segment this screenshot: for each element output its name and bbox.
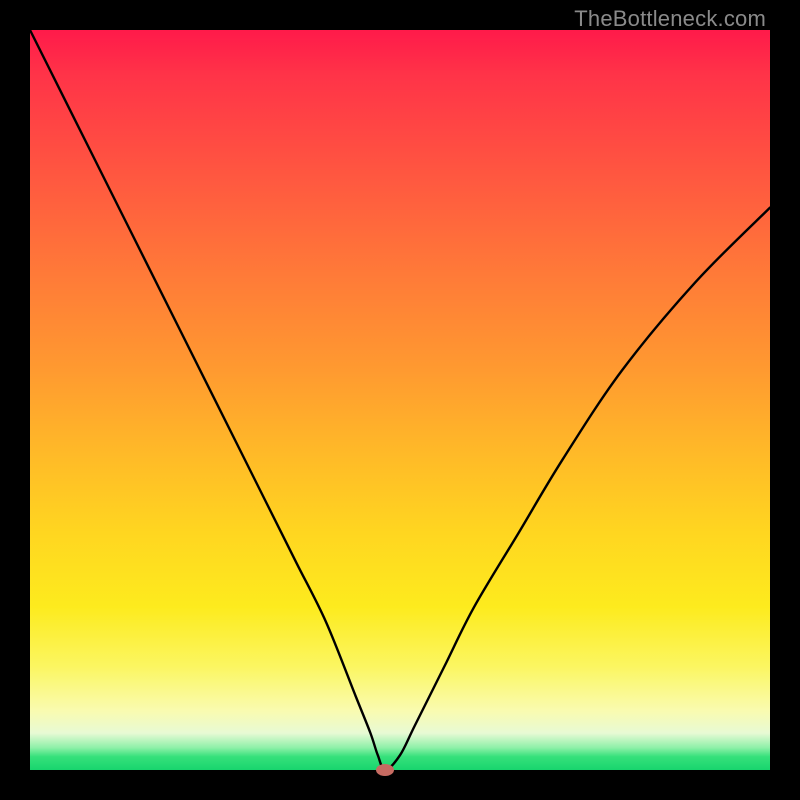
minimum-marker	[376, 764, 394, 776]
plot-area	[30, 30, 770, 770]
watermark-text: TheBottleneck.com	[574, 6, 766, 32]
chart-frame: TheBottleneck.com	[0, 0, 800, 800]
bottleneck-curve	[30, 30, 770, 770]
